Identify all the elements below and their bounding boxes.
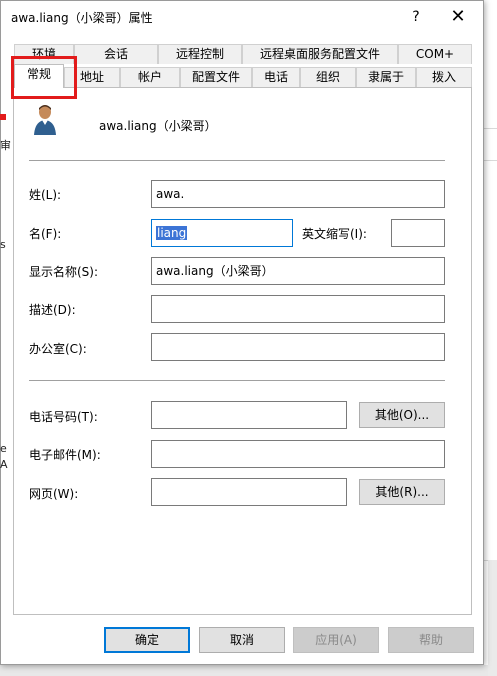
first-name-field[interactable]: liang (151, 219, 293, 247)
phone-field[interactable] (151, 401, 347, 429)
email-label: 电子邮件(M): (29, 448, 101, 462)
phone-label: 电话号码(T): (29, 410, 98, 424)
background-divider (484, 160, 497, 161)
properties-dialog: awa.liang（小梁哥）属性 ? ✕ 环境 会话 远程控制 远程桌面服务配置… (0, 0, 484, 665)
last-name-field[interactable]: awa. (151, 180, 445, 208)
display-name-label: 显示名称(S): (29, 265, 99, 279)
close-icon[interactable]: ✕ (441, 3, 475, 31)
first-name-label: 名(F): (29, 227, 62, 241)
background-text: 审 (0, 139, 11, 152)
tab-rds-profile[interactable]: 远程桌面服务配置文件 (242, 44, 398, 64)
tab-profile[interactable]: 配置文件 (180, 67, 252, 87)
web-page-field[interactable] (151, 478, 347, 506)
initials-label: 英文缩写(I): (302, 227, 367, 241)
description-field[interactable] (151, 295, 445, 323)
display-name-field[interactable]: awa.liang（小梁哥） (151, 257, 445, 285)
tab-account[interactable]: 帐户 (120, 67, 180, 87)
tab-dial-in[interactable]: 拨入 (416, 67, 472, 87)
tab-com-plus[interactable]: COM+ (398, 44, 472, 64)
background-text: A (0, 458, 8, 471)
user-display-header: awa.liang（小梁哥） (99, 119, 217, 133)
help-icon[interactable]: ? (399, 3, 433, 31)
background-divider (484, 128, 497, 129)
red-arrow-tip (0, 114, 6, 120)
red-highlight-box (11, 56, 77, 99)
title-bar: awa.liang（小梁哥）属性 ? ✕ (1, 1, 483, 33)
web-other-button[interactable]: 其他(R)... (359, 479, 445, 505)
window-title: awa.liang（小梁哥）属性 (11, 11, 153, 25)
background-scroll-accent (488, 560, 497, 676)
cancel-button[interactable]: 取消 (199, 627, 285, 653)
email-field[interactable] (151, 440, 445, 468)
initials-field[interactable] (391, 219, 445, 247)
apply-button[interactable]: 应用(A) (293, 627, 379, 653)
phone-other-button[interactable]: 其他(O)... (359, 402, 445, 428)
tab-remote-control[interactable]: 远程控制 (158, 44, 242, 64)
tab-member-of[interactable]: 隶属于 (356, 67, 416, 87)
help-button[interactable]: 帮助 (388, 627, 474, 653)
office-label: 办公室(C): (29, 342, 87, 356)
description-label: 描述(D): (29, 303, 76, 317)
last-name-label: 姓(L): (29, 188, 62, 202)
separator (29, 380, 445, 381)
tab-sessions[interactable]: 会话 (74, 44, 158, 64)
ok-button[interactable]: 确定 (104, 627, 190, 653)
office-field[interactable] (151, 333, 445, 361)
background-text: e (0, 442, 7, 455)
separator (29, 160, 445, 161)
tab-organization[interactable]: 组织 (300, 67, 356, 87)
tab-telephones[interactable]: 电话 (252, 67, 300, 87)
background-bottom-strip (0, 665, 497, 676)
background-text: s (0, 238, 6, 251)
user-icon (34, 105, 56, 135)
web-page-label: 网页(W): (29, 487, 79, 501)
